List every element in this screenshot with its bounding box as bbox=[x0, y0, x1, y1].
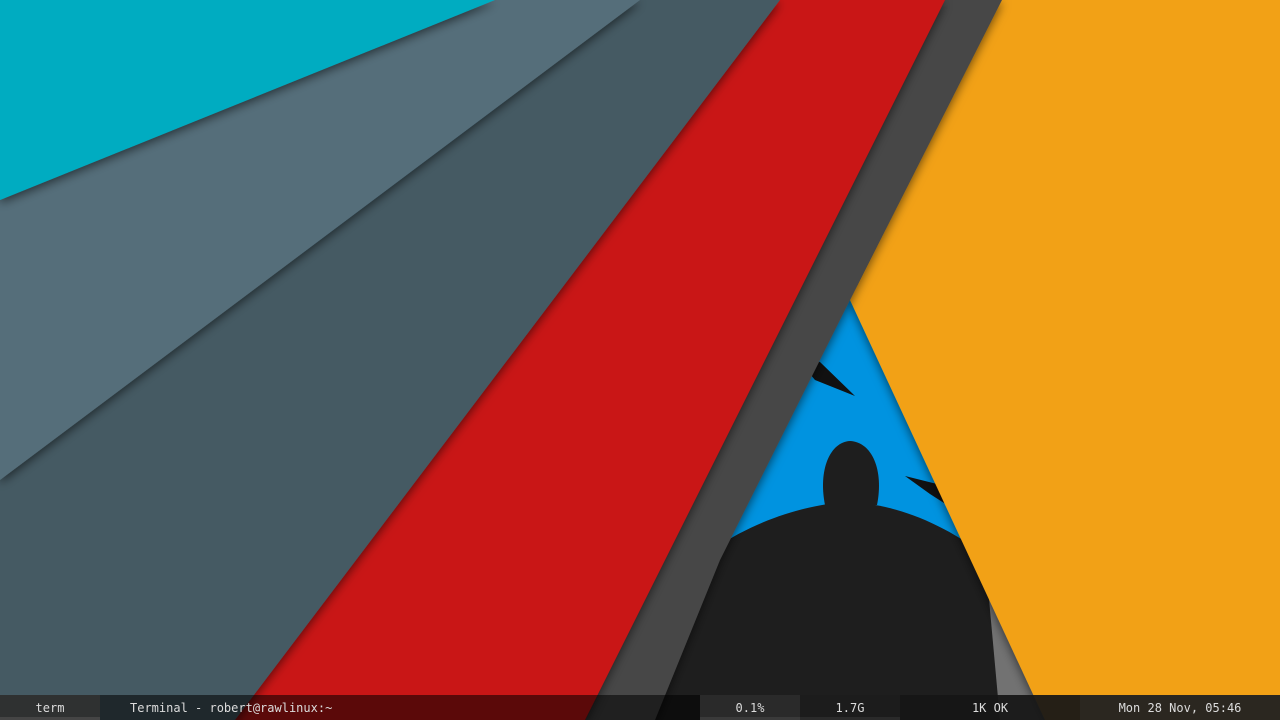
workspace-tag[interactable]: term bbox=[0, 695, 100, 720]
memory-widget: 1.7G bbox=[800, 695, 900, 720]
memory-value: 1.7G bbox=[835, 701, 865, 715]
cpu-usage-widget: 0.1% bbox=[700, 695, 800, 720]
desktop: term Terminal - robert@rawlinux:~ 0.1% 1… bbox=[0, 0, 1280, 720]
network-widget: 1K OK bbox=[900, 695, 1080, 720]
material-wallpaper bbox=[0, 0, 1280, 720]
status-panel: term Terminal - robert@rawlinux:~ 0.1% 1… bbox=[0, 695, 1280, 720]
window-title-text: Terminal - robert@rawlinux:~ bbox=[130, 701, 333, 715]
workspace-tag-label: term bbox=[35, 701, 65, 715]
clock-value: Mon 28 Nov, 05:46 bbox=[1118, 701, 1242, 715]
network-value: 1K OK bbox=[971, 701, 1009, 715]
window-title: Terminal - robert@rawlinux:~ bbox=[100, 695, 700, 720]
cpu-usage-value: 0.1% bbox=[735, 701, 765, 715]
clock-widget[interactable]: Mon 28 Nov, 05:46 bbox=[1080, 695, 1280, 720]
